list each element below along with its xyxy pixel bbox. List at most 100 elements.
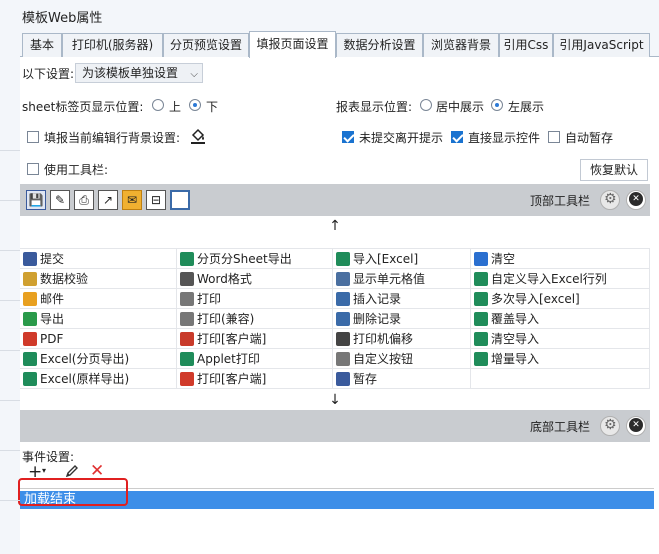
- edit-icon[interactable]: [64, 463, 80, 479]
- excel-icon: [23, 372, 37, 386]
- toolbar-button-option[interactable]: PDF: [20, 329, 177, 349]
- toolbar-button-option[interactable]: 显示单元格值: [333, 269, 471, 289]
- toolbar-button-option[interactable]: 数据校验: [20, 269, 177, 289]
- toolbar-button-option[interactable]: 插入记录: [333, 289, 471, 309]
- button-grid: 提交 分页分Sheet导出 导入[Excel] 清空 数据校验 Word格式 显示单元格值自…: [20, 248, 650, 389]
- report-center-radio[interactable]: [420, 99, 432, 111]
- toolbar-button-option[interactable]: 打印(兼容): [177, 309, 333, 329]
- move-up-button[interactable]: ↑: [20, 216, 650, 236]
- toolbar-button-option[interactable]: 打印机偏移: [333, 329, 471, 349]
- toolbar-button-option[interactable]: 打印: [177, 289, 333, 309]
- toolbar-button-option[interactable]: 打印[客户端]: [177, 369, 333, 389]
- delete-record-icon: [336, 312, 350, 326]
- tab-0[interactable]: 基本: [22, 33, 62, 57]
- toolbar-button-option[interactable]: 邮件: [20, 289, 177, 309]
- toolbar-button-option[interactable]: 增量导入: [471, 349, 650, 369]
- tab-2[interactable]: 分页预览设置: [163, 33, 249, 57]
- export-icon: [23, 312, 37, 326]
- toolbar-button-option[interactable]: Excel(分页导出): [20, 349, 177, 369]
- report-left-label: 左展示: [508, 100, 545, 114]
- tab-6[interactable]: 引用Css: [499, 33, 553, 57]
- save-icon[interactable]: 💾: [26, 190, 46, 210]
- bottom-toolbar-settings-button[interactable]: [600, 416, 620, 436]
- tab-7[interactable]: 引用JavaScript: [553, 33, 650, 57]
- restore-default-button[interactable]: 恢复默认: [580, 159, 648, 181]
- toolbar-button-option-label: 导出: [40, 312, 65, 326]
- background-grid-line: [0, 200, 20, 201]
- fill-row-bg-checkbox[interactable]: [27, 131, 39, 143]
- tab-bar: 基本 打印机(服务器) 分页预览设置 填报页面设置 数据分析设置 浏览器背景 引用Css 引用…: [20, 30, 659, 58]
- report-left-radio[interactable]: [491, 99, 503, 111]
- tab-4[interactable]: 数据分析设置: [336, 33, 423, 57]
- excel-icon: [474, 332, 488, 346]
- toolbar-button-option[interactable]: Applet打印: [177, 349, 333, 369]
- top-toolbar: 💾 ✎ ⎙ ↗ ✉ ⊟ 顶部工具栏: [20, 184, 650, 216]
- toolbar-button-option[interactable]: 覆盖导入: [471, 309, 650, 329]
- use-toolbar-checkbox[interactable]: [27, 163, 39, 175]
- excel-icon: [336, 252, 350, 266]
- background-grid-line: [0, 400, 20, 401]
- toolbar-button-option[interactable]: 清空: [471, 249, 650, 269]
- export-icon[interactable]: ↗: [98, 190, 118, 210]
- toolbar-button-option[interactable]: 多次导入[excel]: [471, 289, 650, 309]
- tab-5[interactable]: 浏览器背景: [423, 33, 499, 57]
- blank-icon[interactable]: [170, 190, 190, 210]
- sheet-top-label: 上: [169, 100, 182, 114]
- fill-row-bg-label: 填报当前编辑行背景设置:: [44, 131, 181, 145]
- tab-3[interactable]: 填报页面设置: [249, 31, 336, 58]
- background-grid-line: [0, 350, 20, 351]
- unsubmitted-tip-checkbox[interactable]: [342, 131, 354, 143]
- background-grid-line: [0, 500, 20, 501]
- chevron-down-icon[interactable]: ▾: [42, 466, 46, 475]
- top-toolbar-remove-button[interactable]: [626, 190, 646, 210]
- sheet-top-radio[interactable]: [152, 99, 164, 111]
- eraser-icon: [474, 252, 488, 266]
- toolbar-button-option[interactable]: 导入[Excel]: [333, 249, 471, 269]
- sheet-bottom-radio[interactable]: [189, 99, 201, 111]
- toolbar-button-option-label: 打印(兼容): [197, 312, 255, 326]
- top-toolbar-label: 顶部工具栏: [529, 194, 590, 208]
- move-down-button[interactable]: ↓: [20, 390, 650, 410]
- toolbar-button-option-label: 暂存: [353, 372, 378, 386]
- print-icon[interactable]: ⎙: [74, 190, 94, 210]
- insert-record-icon[interactable]: ⊟: [146, 190, 166, 210]
- toolbar-button-option-label: 覆盖导入: [491, 312, 540, 326]
- toolbar-button-option-label: 插入记录: [353, 292, 402, 306]
- bottom-toolbar-remove-button[interactable]: [626, 416, 646, 436]
- toolbar-button-option[interactable]: Excel(原样导出): [20, 369, 177, 389]
- save-icon: [23, 252, 37, 266]
- mail-icon[interactable]: ✉: [122, 190, 142, 210]
- toolbar-button-option-label: 自定义导入Excel行列: [491, 272, 607, 286]
- background-grid-line: [0, 250, 20, 251]
- show-controls-checkbox[interactable]: [451, 131, 463, 143]
- toolbar-button-option[interactable]: 自定义导入Excel行列: [471, 269, 650, 289]
- toolbar-button-option[interactable]: 提交: [20, 249, 177, 269]
- paint-bucket-icon[interactable]: [188, 126, 208, 146]
- toolbar-button-option[interactable]: 清空导入: [471, 329, 650, 349]
- toolbar-button-option[interactable]: 暂存: [333, 369, 471, 389]
- toolbar-button-option-label: Excel(原样导出): [40, 372, 130, 386]
- window-title: 模板Web属性: [0, 0, 659, 30]
- toolbar-button-option-label: 打印[客户端]: [197, 332, 267, 346]
- tab-1[interactable]: 打印机(服务器): [62, 33, 163, 57]
- scope-label: 以下设置:: [22, 67, 75, 81]
- scope-select[interactable]: 为该模板单独设置 ⌵: [75, 63, 203, 83]
- background-grid-line: [0, 300, 20, 301]
- check-pencil-icon[interactable]: ✎: [50, 190, 70, 210]
- toolbar-button-option[interactable]: 分页分Sheet导出: [177, 249, 333, 269]
- toolbar-button-option[interactable]: 打印[客户端]: [177, 329, 333, 349]
- toolbar-button-option[interactable]: 自定义按钮: [333, 349, 471, 369]
- print-icon: [180, 292, 194, 306]
- top-toolbar-settings-button[interactable]: [600, 190, 620, 210]
- toolbar-button-option[interactable]: Word格式: [177, 269, 333, 289]
- toolbar-button-option-label: 分页分Sheet导出: [197, 252, 292, 266]
- toolbar-button-option-label: 增量导入: [491, 352, 540, 366]
- excel-icon: [474, 272, 488, 286]
- pdf-print-icon: [180, 372, 194, 386]
- toolbar-button-option[interactable]: 删除记录: [333, 309, 471, 329]
- toolbar-button-option-label: Applet打印: [197, 352, 260, 366]
- toolbar-button-option[interactable]: 导出: [20, 309, 177, 329]
- sheet-bottom-label: 下: [206, 100, 219, 114]
- auto-save-checkbox[interactable]: [548, 131, 560, 143]
- check-pencil-icon: [23, 272, 37, 286]
